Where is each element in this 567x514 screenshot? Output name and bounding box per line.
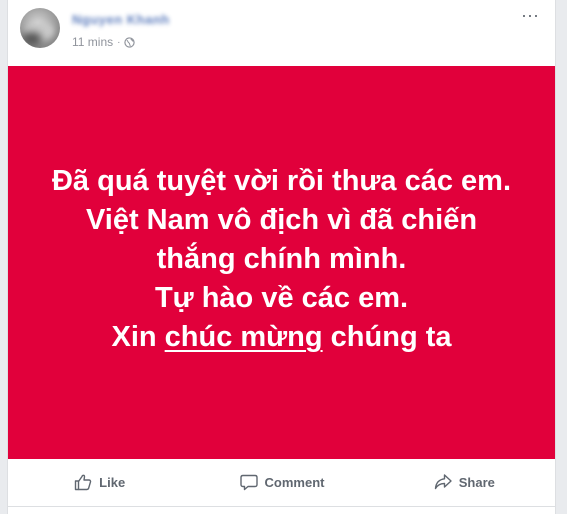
share-arrow-icon [434,474,452,490]
post-header: Nguyen Khanh 11 mins · ··· [8,0,555,66]
feed-post: Nguyen Khanh 11 mins · ··· Đã quá tuyệt … [7,0,556,514]
more-options-icon[interactable]: ··· [519,6,541,24]
meta-separator: · [117,36,121,48]
comment-button[interactable]: Comment [190,466,372,498]
colored-text-banner: Đã quá tuyệt vời rồi thưa các em. Việt N… [8,66,555,459]
banner-text: Đã quá tuyệt vời rồi thưa các em. Việt N… [47,162,517,357]
avatar-photo-shadow [22,32,42,46]
thumbs-up-icon [74,474,92,491]
banner-line: Đã quá tuyệt vời rồi thưa các em. [51,165,512,197]
post-actions-bar: Like Comment Share [8,461,555,503]
banner-line: Xin chúc mừng chúng ta [47,318,517,357]
like-label: Like [99,474,126,490]
banner-line: Việt Nam vô địch vì đã chiến thắng chính… [85,204,478,275]
share-label: Share [458,474,495,490]
banner-line-prefix: Xin [111,321,165,353]
comment-label: Comment [264,474,325,490]
globe-icon[interactable] [124,36,136,48]
avatar[interactable] [20,8,60,48]
divider [8,506,555,507]
banner-line: Tự hào về các em. [154,282,409,314]
timestamp-link[interactable]: 11 mins [72,35,113,49]
like-button[interactable]: Like [8,466,190,498]
share-button[interactable]: Share [373,466,555,498]
author-name-link[interactable]: Nguyen Khanh [72,12,170,27]
post-meta: 11 mins · [72,35,136,49]
comment-bubble-icon [239,474,258,491]
banner-line-suffix: chúng ta [322,321,452,353]
banner-underlined-text: chúc mừng [164,321,323,353]
